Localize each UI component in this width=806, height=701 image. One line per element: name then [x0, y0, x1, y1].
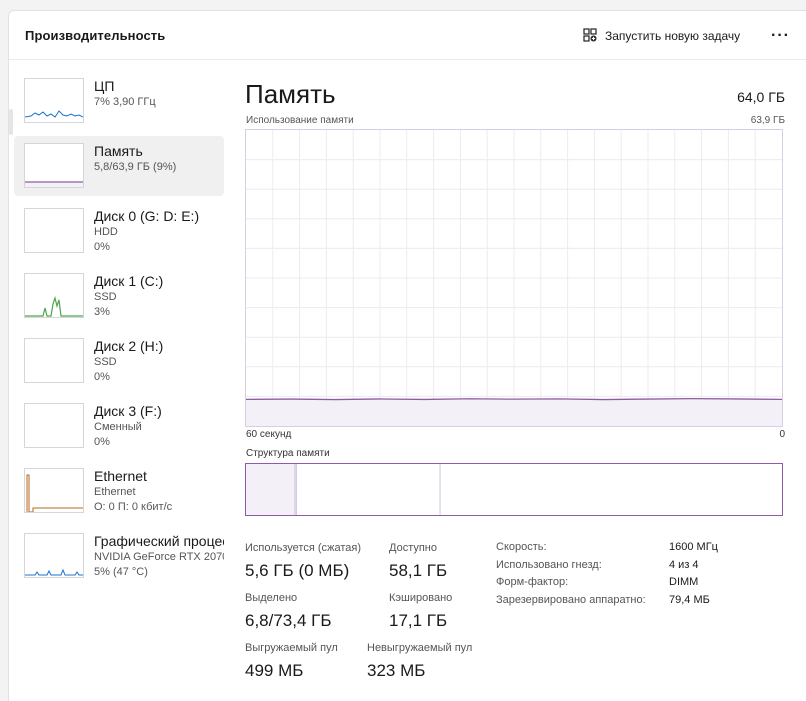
disk-3-thumbnail [24, 403, 84, 448]
property-value: 1600 МГц [669, 541, 718, 553]
ethernet-mini-graph [26, 474, 83, 512]
sidebar: ЦП 7% 3,90 ГГц Память 5,8/63,9 ГБ (9%) Д… [14, 71, 224, 591]
sidebar-item-sub: 7% 3,90 ГГц [94, 96, 156, 108]
page-heading: Производительность [25, 28, 166, 43]
memory-usage-chart [245, 130, 783, 426]
gpu-thumbnail [24, 533, 84, 578]
sidebar-item-sub: О: 0 П: 0 кбит/с [94, 501, 173, 513]
stat-committed: Выделено 6,8/73,4 ГБ [245, 591, 332, 633]
stat-value: 5,6 ГБ (0 МБ) [245, 561, 350, 580]
task-manager-window: Производительность Запустить новую задач… [8, 10, 806, 701]
property-key: Скорость: [496, 541, 547, 553]
sidebar-item-disk-1[interactable]: Диск 1 (C:) SSD 3% [14, 266, 224, 326]
disk-2-thumbnail [24, 338, 84, 383]
sidebar-item-title: Ethernet [94, 468, 147, 484]
sidebar-item-sub: NVIDIA GeForce RTX 2070 [94, 551, 224, 563]
disk-1-thumbnail [24, 273, 84, 318]
window-edge-handle [9, 109, 13, 135]
property-row: Зарезервировано аппаратно: 79,4 МБ [496, 594, 718, 612]
stat-value: 499 МБ [245, 661, 304, 680]
disk-0-thumbnail [24, 208, 84, 253]
sidebar-item-sub: SSD [94, 291, 117, 303]
property-row: Форм-фактор: DIMM [496, 576, 718, 594]
sidebar-item-disk-2[interactable]: Диск 2 (H:) SSD 0% [14, 331, 224, 391]
stat-available: Доступно 58,1 ГБ [389, 541, 447, 583]
sidebar-item-title: ЦП [94, 78, 115, 94]
property-value: 4 из 4 [669, 558, 699, 571]
usage-graph-max: 63,9 ГБ [750, 115, 785, 126]
sidebar-item-title: Память [94, 143, 143, 159]
cpu-mini-graph [25, 110, 83, 118]
new-task-icon [583, 27, 597, 45]
structure-in-use-segment [246, 464, 295, 515]
stat-value: 323 МБ [367, 661, 426, 680]
memory-usage-area [246, 398, 782, 426]
memory-total: 64,0 ГБ [737, 89, 785, 105]
stat-label: Выделено [245, 592, 298, 604]
usage-graph-label: Использование памяти [246, 115, 354, 126]
sidebar-item-title: Графический процессор 0 [94, 533, 224, 549]
run-new-task-button[interactable]: Запустить новую задачу [583, 25, 740, 47]
stat-label: Невыгружаемый пул [367, 642, 473, 654]
stat-in-use: Используется (сжатая) 5,6 ГБ (0 МБ) [245, 541, 361, 583]
stat-nonpaged-pool: Невыгружаемый пул 323 МБ [367, 641, 472, 683]
run-new-task-label: Запустить новую задачу [605, 29, 741, 43]
sidebar-item-sub: 0% [94, 371, 110, 383]
sidebar-item-sub: 0% [94, 241, 110, 253]
sidebar-item-gpu[interactable]: Графический процессор 0 NVIDIA GeForce R… [14, 526, 224, 586]
memory-structure-bar [245, 463, 783, 516]
property-row: Использовано гнезд: 4 из 4 [496, 559, 718, 577]
sidebar-item-sub: Ethernet [94, 486, 136, 498]
property-key: Форм-фактор: [496, 576, 569, 588]
ethernet-thumbnail [24, 468, 84, 513]
stat-label: Выгружаемый пул [245, 642, 338, 654]
stat-value: 6,8/73,4 ГБ [245, 611, 332, 630]
sidebar-item-sub: Сменный [94, 421, 142, 433]
stat-value: 17,1 ГБ [389, 611, 448, 630]
stat-label: Доступно [389, 542, 438, 554]
sidebar-item-disk-3[interactable]: Диск 3 (F:) Сменный 0% [14, 396, 224, 456]
sidebar-item-sub: HDD [94, 226, 118, 238]
memory-structure-label: Структура памяти [246, 448, 330, 459]
property-value: DIMM [669, 576, 699, 588]
stat-value: 58,1 ГБ [389, 561, 448, 580]
sidebar-item-sub: 3% [94, 306, 110, 318]
memory-properties: Скорость: 1600 МГц Использовано гнезд: 4 и… [496, 541, 718, 611]
more-options-icon[interactable]: ··· [771, 27, 790, 45]
sidebar-item-title: Диск 1 (C:) [94, 273, 164, 289]
stat-label: Используется (сжатая) [245, 542, 362, 554]
property-value: 79,4 МБ [669, 593, 710, 606]
sidebar-item-title: Диск 0 (G: D: E:) [94, 208, 200, 224]
title-bar: Производительность Запустить новую задач… [9, 11, 806, 60]
property-row: Скорость: 1600 МГц [496, 541, 718, 559]
graph-axis-right: 0 [779, 429, 785, 440]
sidebar-item-title: Диск 2 (H:) [94, 338, 164, 354]
stat-label: Кэшировано [389, 592, 453, 604]
sidebar-item-cpu[interactable]: ЦП 7% 3,90 ГГц [14, 71, 224, 131]
gpu-mini-graph [25, 568, 83, 576]
memory-thumbnail [24, 143, 84, 188]
graph-axis-left: 60 секунд [246, 429, 292, 440]
sidebar-item-sub: SSD [94, 356, 117, 368]
stat-cached: Кэшировано 17,1 ГБ [389, 591, 452, 633]
property-key: Использовано гнезд: [496, 558, 602, 571]
sidebar-item-ethernet[interactable]: Ethernet Ethernet О: 0 П: 0 кбит/с [14, 461, 224, 521]
sidebar-item-sub: 5% (47 °C) [94, 566, 148, 578]
cpu-thumbnail [24, 78, 84, 123]
sidebar-item-sub: 0% [94, 436, 110, 448]
property-key: Зарезервировано аппаратно: [496, 593, 646, 606]
memory-title: Память [245, 79, 336, 109]
sidebar-item-disk-0[interactable]: Диск 0 (G: D: E:) HDD 0% [14, 201, 224, 261]
disk-1-mini-graph [25, 295, 83, 317]
memory-structure-chart [246, 464, 441, 515]
sidebar-item-sub: 5,8/63,9 ГБ (9%) [94, 161, 177, 173]
sidebar-item-memory[interactable]: Память 5,8/63,9 ГБ (9%) [14, 136, 224, 196]
sidebar-item-title: Диск 3 (F:) [94, 403, 162, 419]
memory-usage-graph [245, 129, 783, 427]
stat-paged-pool: Выгружаемый пул 499 МБ [245, 641, 338, 683]
